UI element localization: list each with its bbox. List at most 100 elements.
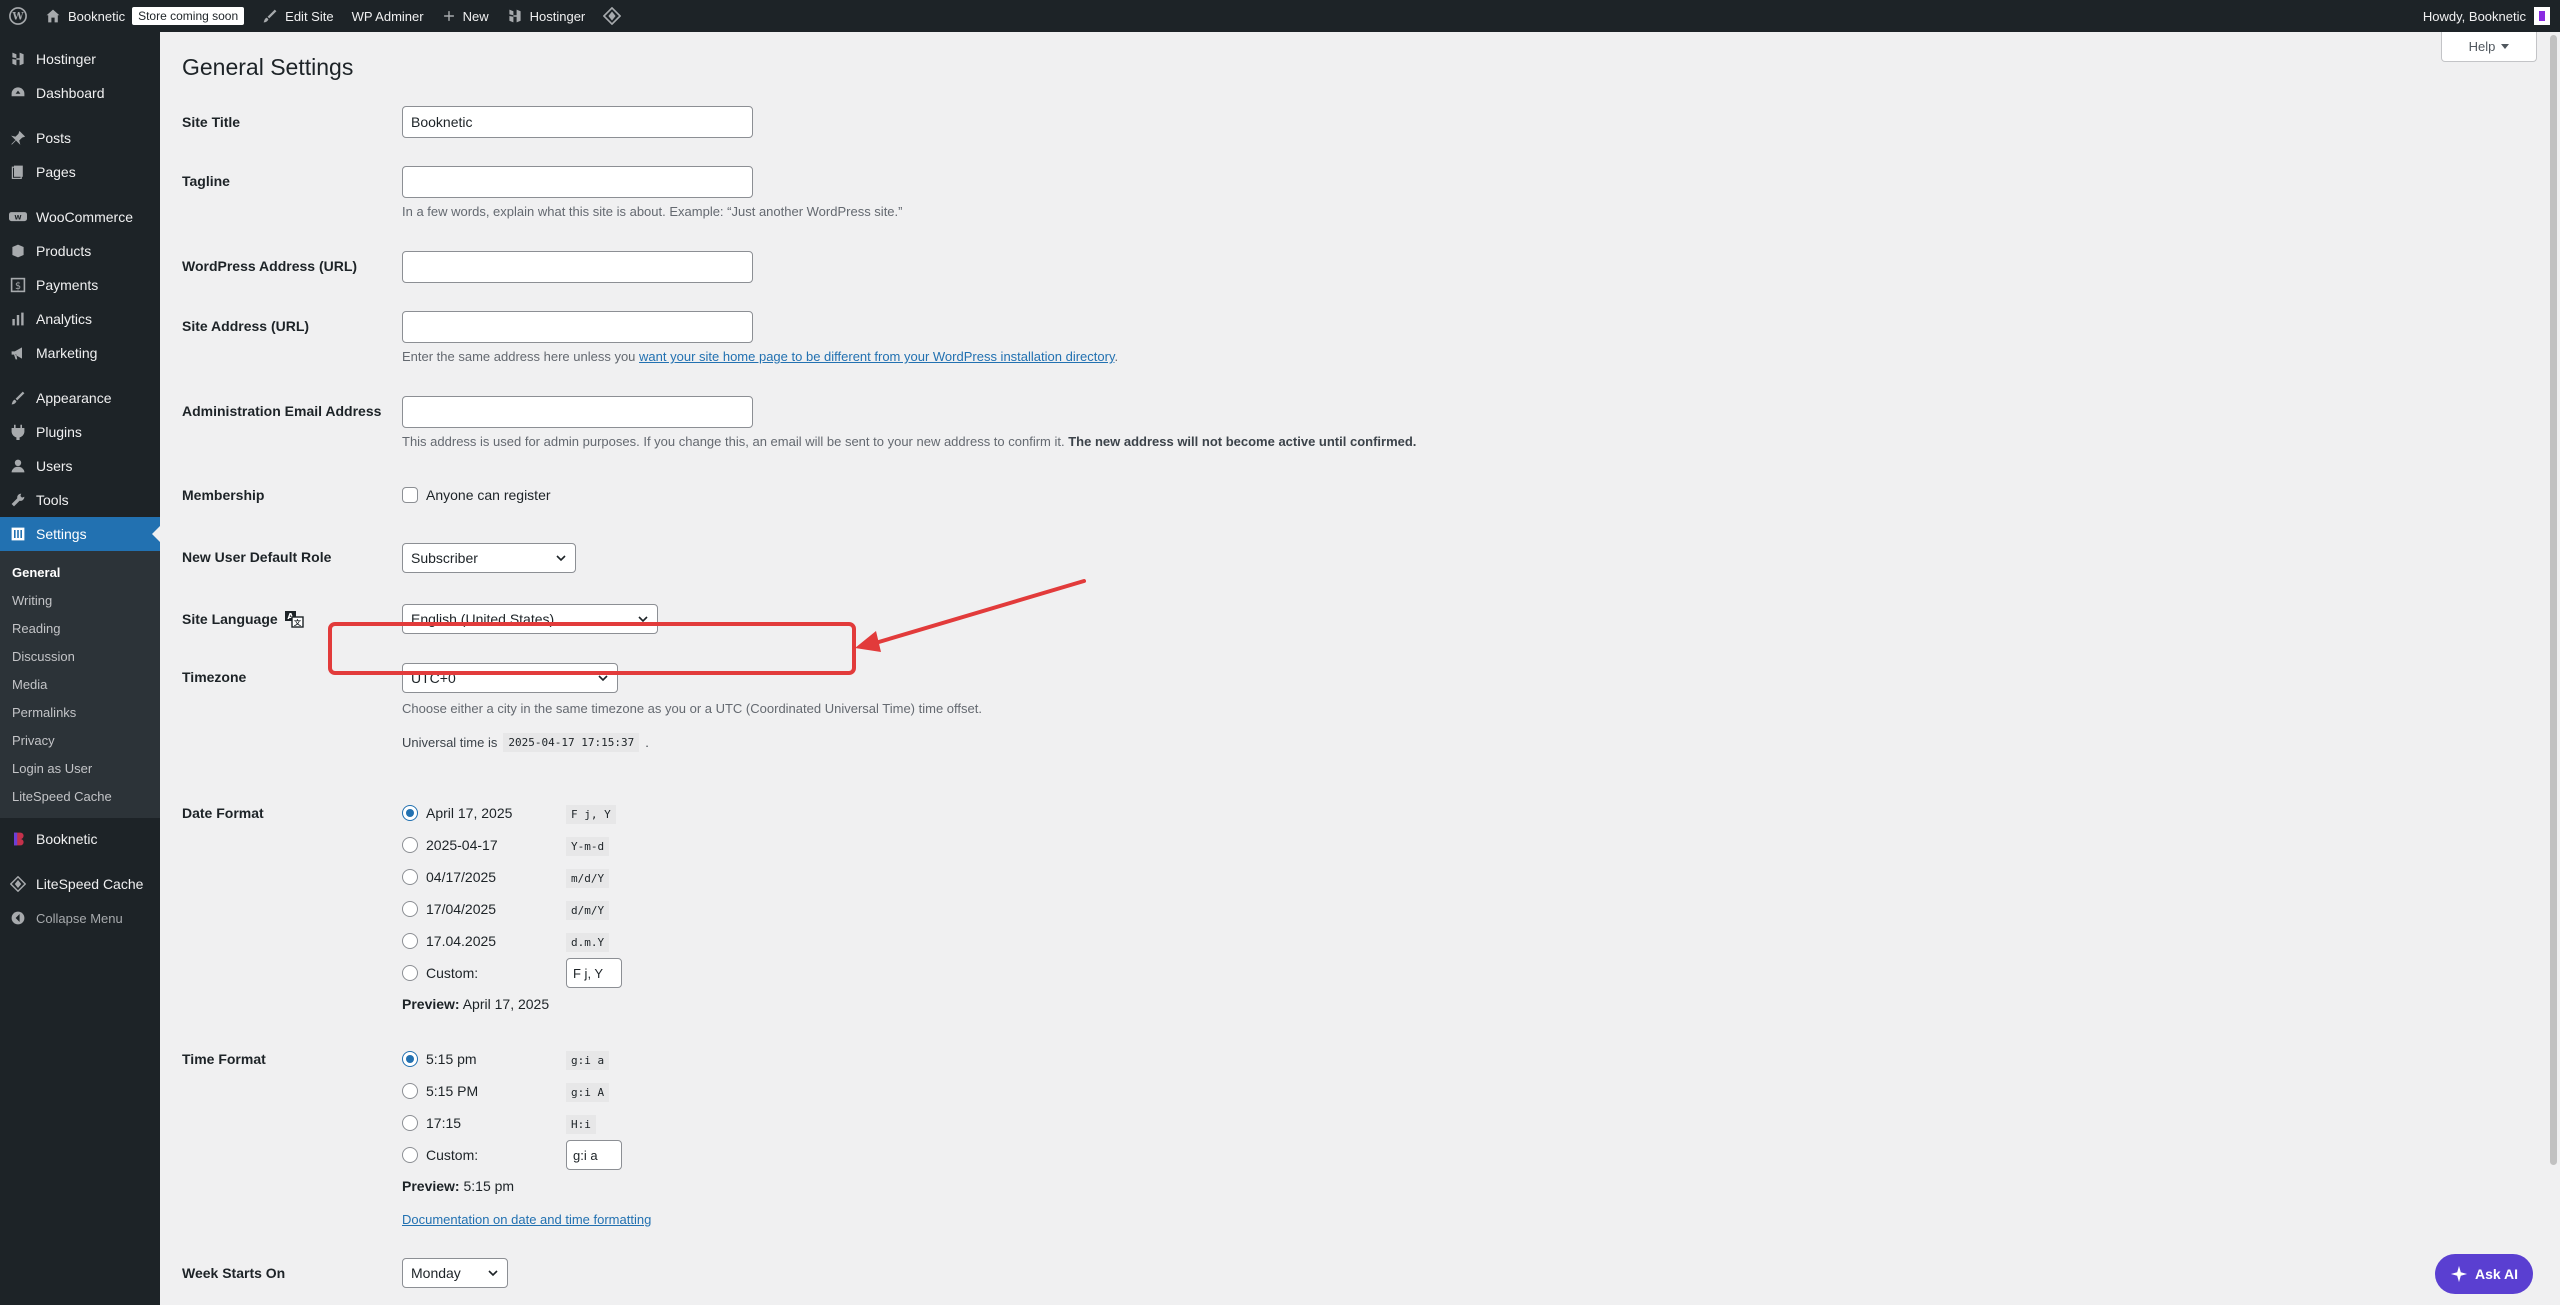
sidebar-item-pages[interactable]: Pages <box>0 155 160 189</box>
submenu-item-discussion[interactable]: Discussion <box>0 642 160 670</box>
sidebar-item-label: Booknetic <box>36 831 98 847</box>
admin-email-desc-text: This address is used for admin purposes.… <box>402 434 1065 449</box>
ask-ai-button[interactable]: Ask AI <box>2435 1254 2533 1294</box>
sidebar-item-plugins[interactable]: Plugins <box>0 415 160 449</box>
time-option-row[interactable]: 5:15 pm <box>402 1051 477 1067</box>
time-option-row[interactable]: 5:15 PM <box>402 1083 478 1099</box>
time-option-row[interactable]: Custom: <box>402 1147 478 1163</box>
site-title-input[interactable]: Booknetic <box>402 106 753 138</box>
help-label: Help <box>2468 39 2496 54</box>
litespeed-icon <box>9 875 27 893</box>
home-page-different-link[interactable]: want your site home page to be different… <box>639 349 1114 364</box>
date-format-radio[interactable] <box>402 869 418 885</box>
edit-site-link[interactable]: Edit Site <box>253 0 342 32</box>
svg-text:文: 文 <box>294 618 302 627</box>
week-starts-select[interactable]: Monday <box>402 1258 508 1288</box>
sidebar-item-users[interactable]: Users <box>0 449 160 483</box>
wp-address-input[interactable] <box>402 251 753 283</box>
date-option-row[interactable]: 2025-04-17 <box>402 837 498 853</box>
sidebar-item-payments[interactable]: $ Payments <box>0 268 160 302</box>
date-option-row[interactable]: Custom: <box>402 965 478 981</box>
chevron-down-icon <box>556 555 566 562</box>
wp-adminer-label: WP Adminer <box>351 8 424 24</box>
sidebar-item-booknetic[interactable]: Booknetic <box>0 822 160 856</box>
hostinger-link[interactable]: Hostinger <box>498 0 595 32</box>
sidebar-item-settings[interactable]: Settings <box>0 517 160 551</box>
anyone-can-register-label: Anyone can register <box>426 487 551 503</box>
date-option-label: 17/04/2025 <box>426 901 497 917</box>
time-format-radio[interactable] <box>402 1083 418 1099</box>
date-option-row[interactable]: April 17, 2025 <box>402 805 512 821</box>
time-format-radio[interactable] <box>402 1051 418 1067</box>
date-format-radio[interactable] <box>402 837 418 853</box>
time-option-row[interactable]: 17:15 <box>402 1115 461 1131</box>
tagline-input[interactable] <box>402 166 753 198</box>
submenu-item-litespeed-cache[interactable]: LiteSpeed Cache <box>0 782 160 810</box>
time-format-radio[interactable] <box>402 1115 418 1131</box>
wp-adminer-link[interactable]: WP Adminer <box>343 0 433 32</box>
date-format-radio[interactable] <box>402 965 418 981</box>
date-format-radio[interactable] <box>402 901 418 917</box>
sidebar-item-marketing[interactable]: Marketing <box>0 336 160 370</box>
payments-icon: $ <box>9 276 27 294</box>
admin-email-input[interactable] <box>402 396 753 428</box>
date-format-radio[interactable] <box>402 805 418 821</box>
default-role-label: New User Default Role <box>182 549 332 565</box>
site-name-link[interactable]: Booknetic Store coming soon <box>36 0 253 32</box>
sidebar-item-label: Hostinger <box>36 51 96 67</box>
time-option-label: 5:15 PM <box>426 1083 479 1099</box>
submenu-item-login-as-user[interactable]: Login as User <box>0 754 160 782</box>
store-status-badge[interactable]: Store coming soon <box>132 7 245 25</box>
sidebar-item-posts[interactable]: Posts <box>0 121 160 155</box>
sidebar-item-products[interactable]: Products <box>0 234 160 268</box>
sidebar-item-label: Settings <box>36 526 87 542</box>
time-format-radio[interactable] <box>402 1147 418 1163</box>
submenu-item-general[interactable]: General <box>0 558 160 586</box>
sidebar-item-label: Posts <box>36 130 72 146</box>
default-role-select[interactable]: Subscriber <box>402 543 576 573</box>
sidebar-item-label: Marketing <box>36 345 98 361</box>
date-option-row[interactable]: 17.04.2025 <box>402 933 496 949</box>
page-scrollbar[interactable] <box>2547 32 2560 1305</box>
caret-down-icon <box>2501 43 2510 49</box>
site-title-value: Booknetic <box>411 114 473 130</box>
litespeed-link[interactable] <box>594 0 630 32</box>
custom-time-format-input[interactable]: g:i a <box>566 1140 622 1170</box>
anyone-can-register-checkbox[interactable] <box>402 487 418 503</box>
date-option-row[interactable]: 04/17/2025 <box>402 869 496 885</box>
my-account[interactable]: Howdy, Booknetic <box>2423 7 2560 25</box>
site-address-input[interactable] <box>402 311 753 343</box>
date-option-row[interactable]: 17/04/2025 <box>402 901 496 917</box>
admin-sidebar: Hostinger Dashboard Posts Pages W WooCom… <box>0 32 160 1305</box>
new-content-link[interactable]: New <box>433 0 498 32</box>
time-preview: Preview: 5:15 pm <box>402 1178 514 1194</box>
submenu-item-reading[interactable]: Reading <box>0 614 160 642</box>
time-preview-value: 5:15 pm <box>463 1178 515 1194</box>
submenu-item-media[interactable]: Media <box>0 670 160 698</box>
date-option-label: April 17, 2025 <box>426 805 513 821</box>
sidebar-item-hostinger[interactable]: Hostinger <box>0 42 160 76</box>
dashboard-icon <box>9 84 27 102</box>
help-button[interactable]: Help <box>2441 32 2537 62</box>
wordpress-logo[interactable]: W <box>0 0 36 32</box>
membership-option[interactable]: Anyone can register <box>402 487 551 503</box>
collapse-menu-button[interactable]: Collapse Menu <box>0 901 160 935</box>
sidebar-item-litespeed-cache[interactable]: LiteSpeed Cache <box>0 867 160 901</box>
sidebar-item-analytics[interactable]: Analytics <box>0 302 160 336</box>
date-format-radio[interactable] <box>402 933 418 949</box>
submenu-item-writing[interactable]: Writing <box>0 586 160 614</box>
megaphone-icon <box>9 344 27 362</box>
site-name: Booknetic <box>68 8 126 24</box>
wp-address-label: WordPress Address (URL) <box>182 258 358 274</box>
submenu-item-privacy[interactable]: Privacy <box>0 726 160 754</box>
sidebar-item-woocommerce[interactable]: W WooCommerce <box>0 200 160 234</box>
sidebar-item-tools[interactable]: Tools <box>0 483 160 517</box>
sidebar-item-appearance[interactable]: Appearance <box>0 381 160 415</box>
custom-date-format-input[interactable]: F j, Y <box>566 958 622 988</box>
date-time-docs-link[interactable]: Documentation on date and time formattin… <box>402 1212 651 1227</box>
submenu-item-permalinks[interactable]: Permalinks <box>0 698 160 726</box>
avatar <box>2534 7 2550 25</box>
date-option-label: Custom: <box>426 965 479 981</box>
sidebar-item-dashboard[interactable]: Dashboard <box>0 76 160 110</box>
scrollbar-thumb[interactable] <box>2550 35 2557 1165</box>
